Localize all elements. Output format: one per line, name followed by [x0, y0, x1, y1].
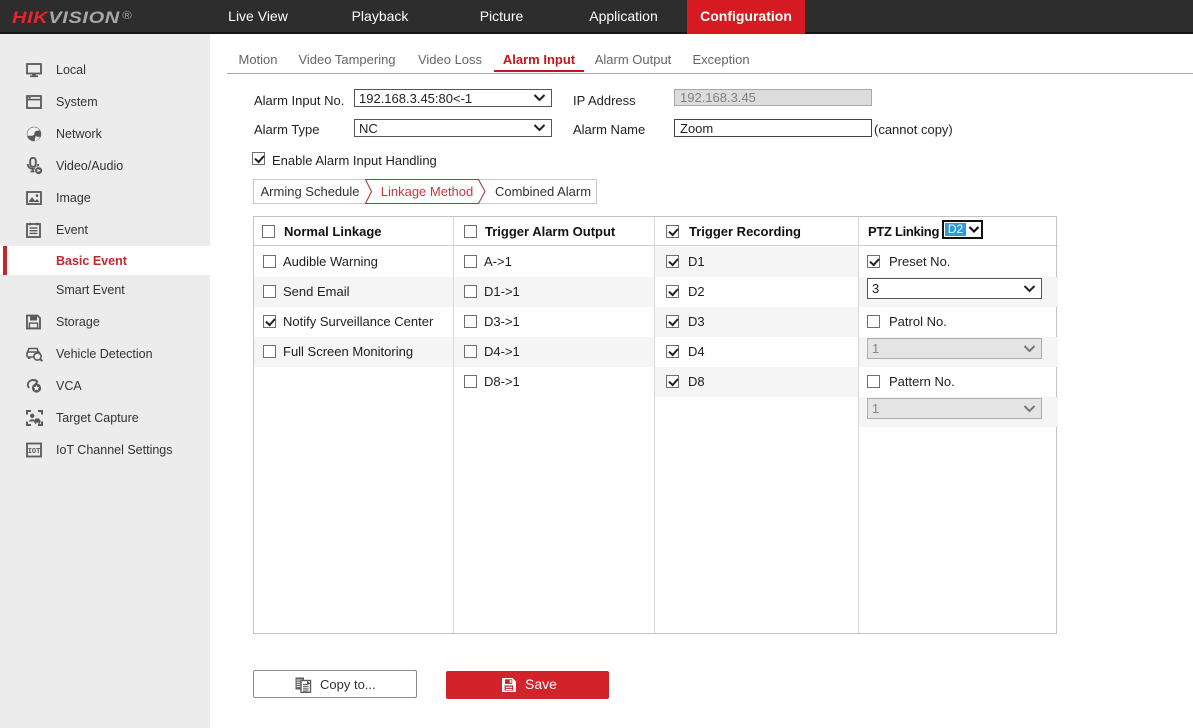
- svg-text:Linkage Method: Linkage Method: [381, 184, 474, 199]
- svg-text:IOT: IOT: [28, 448, 41, 456]
